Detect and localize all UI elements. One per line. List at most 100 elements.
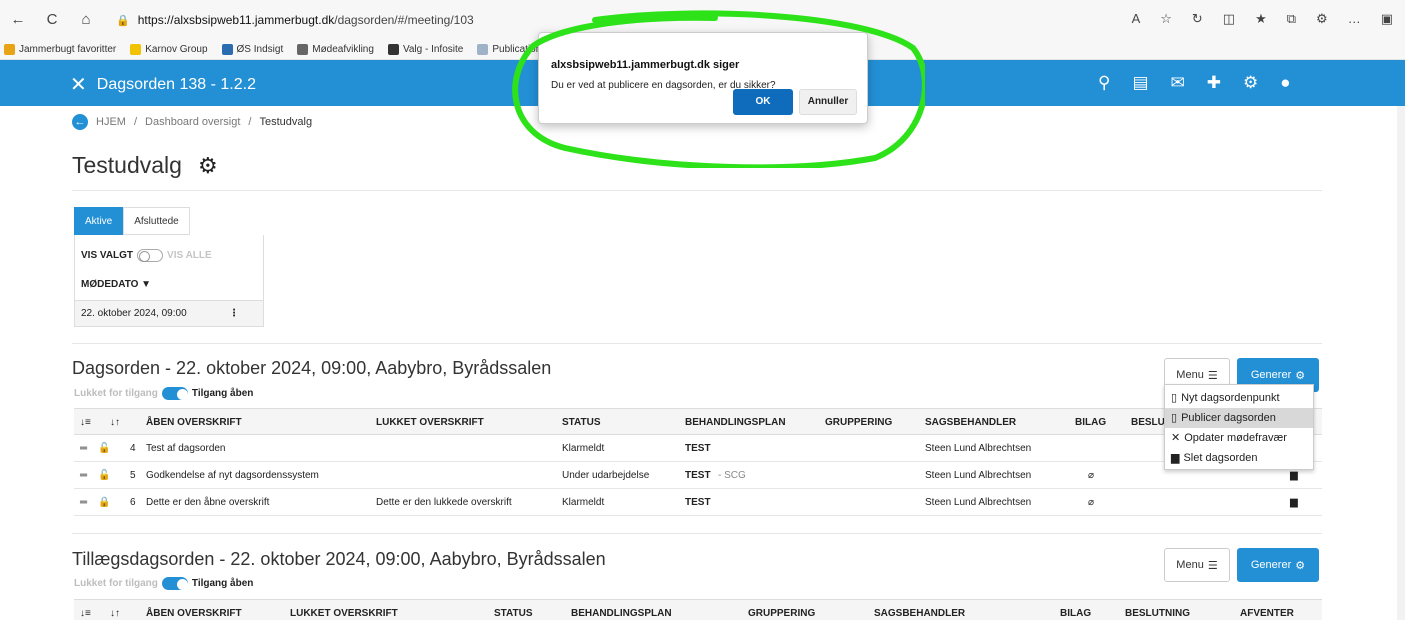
vis-alle-label: VIS ALLE	[167, 250, 212, 261]
lock-closed-icon[interactable]: 🔒	[98, 489, 110, 516]
column-header[interactable]: LUKKET OVERSKRIFT	[376, 409, 484, 436]
meeting-list-card: VIS VALGT VIS ALLE MØDEDATO ▼ 22. oktobe…	[74, 235, 264, 327]
column-header[interactable]: SAGSBEHANDLER	[925, 409, 1016, 436]
address-bar[interactable]: 🔒 https://alxsbsipweb11.jammerbugt.dk/dag…	[116, 13, 474, 27]
gear-icon[interactable]: ⚙	[198, 153, 218, 179]
drag-handle-icon[interactable]: ═	[80, 462, 87, 489]
back-arrow-icon[interactable]: ←	[72, 114, 88, 130]
sort-meeting-date[interactable]: MØDEDATO ▼	[81, 279, 151, 290]
column-header[interactable]: BEHANDLINGSPLAN	[685, 409, 786, 436]
column-header[interactable]: BILAG	[1075, 409, 1106, 436]
menu-item-update-absence[interactable]: ✕ Opdater mødefravær	[1165, 428, 1313, 448]
access-toggle[interactable]	[161, 387, 188, 400]
table-row[interactable]: ═ 🔒 6 Dette er den åbne overskrift Dette er …	[74, 489, 1322, 516]
access-toggle[interactable]	[161, 577, 188, 590]
column-header[interactable]: STATUS	[494, 600, 533, 620]
item-number: 5	[130, 470, 136, 481]
agenda-table-body: ═ 🔓 4 Test af dagsorden Klarmeldt TEST Steen L…	[74, 435, 1322, 516]
refresh-icon[interactable]: C	[44, 11, 60, 28]
plus-icon[interactable]: ✚	[1207, 73, 1221, 93]
sidebar-icon[interactable]: ▣	[1381, 11, 1393, 27]
number-sort-icon[interactable]: ↓↑	[110, 409, 120, 436]
bookmark-item[interactable]: Karnov Group	[130, 44, 208, 55]
lock-open-icon[interactable]: 🔓	[98, 462, 110, 489]
column-header[interactable]: GRUPPERING	[825, 409, 892, 436]
open-title: Test af dagsorden	[146, 443, 226, 454]
meeting-date-row[interactable]: 22. oktober 2024, 09:00 ⋮	[75, 300, 263, 326]
collections-icon[interactable]: ⧉	[1287, 11, 1296, 27]
star-icon[interactable]: ☆	[1160, 11, 1172, 27]
url-path: /dagsorden/#/meeting/103	[334, 13, 474, 27]
mail-icon[interactable]: ✉	[1171, 73, 1185, 93]
trash-icon[interactable]: ▆	[1290, 489, 1298, 516]
status: Klarmeldt	[562, 497, 605, 508]
cancel-button[interactable]: Annuller	[799, 89, 857, 115]
visibility-toggle[interactable]	[137, 249, 164, 262]
list-icon[interactable]: ▤	[1132, 73, 1148, 93]
bookmark-item[interactable]: Valg - Infosite	[387, 44, 463, 55]
list-icon: ☰	[1207, 369, 1218, 382]
home-icon[interactable]: ⌂	[78, 11, 94, 28]
read-aloud-icon[interactable]: A	[1132, 11, 1141, 27]
tab-aktive[interactable]: Aktive	[74, 207, 124, 235]
bookmark-item[interactable]: Mødeafvikling	[297, 44, 374, 55]
extensions-icon[interactable]: ⚙	[1316, 11, 1328, 27]
trash-icon: ▆	[1171, 452, 1180, 464]
brand[interactable]: ✕ Dagsorden 138 - 1.2.2	[70, 72, 256, 97]
page-title: Testudvalg ⚙	[72, 152, 218, 179]
sort-icon[interactable]: ↓≡	[80, 409, 91, 436]
tab-afsluttede[interactable]: Afsluttede	[123, 207, 190, 235]
back-icon[interactable]: ←	[10, 11, 26, 28]
split-screen-icon[interactable]: ◫	[1223, 11, 1235, 27]
number-sort-icon[interactable]: ↓↑	[110, 600, 120, 620]
table-row[interactable]: ═ 🔓 4 Test af dagsorden Klarmeldt TEST Steen L…	[74, 435, 1322, 462]
column-header[interactable]: BESLUTNING	[1125, 600, 1190, 620]
supplement-generate-button[interactable]: Generer ⚙	[1237, 548, 1319, 582]
user-icon[interactable]: ●	[1280, 73, 1290, 93]
ok-button[interactable]: OK	[733, 89, 793, 115]
table-row[interactable]: ═ 🔓 5 Godkendelse af nyt dagsordenssystem Un…	[74, 462, 1322, 489]
column-header[interactable]: STATUS	[562, 409, 601, 436]
paperclip-icon[interactable]: ⌀	[1088, 462, 1094, 489]
menu-item-delete[interactable]: ▆ Slet dagsorden	[1165, 448, 1313, 468]
menu-label: Menu	[1176, 369, 1204, 381]
search-icon[interactable]: ⚲	[1098, 73, 1110, 93]
bookmark-item[interactable]: Jammerbugt favoritter	[4, 44, 116, 55]
column-header[interactable]: GRUPPERING	[748, 600, 815, 620]
refresh-page-icon[interactable]: ↻	[1192, 11, 1203, 27]
bookmark-label: Jammerbugt favoritter	[19, 44, 117, 55]
generate-label: Generer	[1250, 559, 1292, 571]
menu-item-new-point[interactable]: ▯ Nyt dagsordenpunkt	[1165, 388, 1313, 408]
treatment-plan: TEST	[685, 497, 711, 508]
drag-handle-icon[interactable]: ═	[80, 435, 87, 462]
settings-icon[interactable]: ⚙	[1243, 73, 1258, 93]
bookmark-item[interactable]: Publication	[477, 44, 541, 55]
drag-handle-icon[interactable]: ═	[80, 489, 87, 516]
column-header[interactable]: BESLU	[1131, 409, 1165, 436]
column-header[interactable]: BILAG	[1060, 600, 1091, 620]
column-header[interactable]: ÅBEN OVERSKRIFT	[146, 600, 242, 620]
column-header[interactable]: AFVENTER	[1240, 600, 1294, 620]
paperclip-icon[interactable]: ⌀	[1088, 489, 1094, 516]
favorites-icon[interactable]: ★	[1255, 11, 1267, 27]
page-scrollbar[interactable]	[1397, 106, 1405, 620]
menu-label: Menu	[1176, 559, 1204, 571]
sort-icon[interactable]: ↓≡	[80, 600, 91, 620]
bookmark-label: Karnov Group	[145, 44, 208, 55]
more-icon[interactable]: …	[1348, 11, 1361, 27]
column-header[interactable]: ÅBEN OVERSKRIFT	[146, 409, 242, 436]
supplement-menu-button[interactable]: Menu ☰	[1164, 548, 1230, 582]
breadcrumb-home[interactable]: HJEM	[96, 116, 126, 128]
bookmark-item[interactable]: ØS Indsigt	[221, 44, 283, 55]
agenda-menu-dropdown: ▯ Nyt dagsordenpunkt ▯ Publicer dagsorde…	[1164, 384, 1314, 470]
menu-item-label: Publicer dagsorden	[1181, 412, 1276, 424]
kebab-menu-icon[interactable]: ⋮	[229, 301, 239, 327]
column-header[interactable]: BEHANDLINGSPLAN	[571, 600, 672, 620]
breadcrumb-dashboard[interactable]: Dashboard oversigt	[145, 116, 240, 128]
menu-item-label: Nyt dagsordenpunkt	[1181, 392, 1280, 404]
column-header[interactable]: SAGSBEHANDLER	[874, 600, 965, 620]
lock-open-icon[interactable]: 🔓	[98, 435, 110, 462]
menu-item-publish[interactable]: ▯ Publicer dagsorden	[1165, 408, 1313, 428]
column-header[interactable]: LUKKET OVERSKRIFT	[290, 600, 398, 620]
access-open-label: Tilgang åben	[191, 388, 254, 399]
